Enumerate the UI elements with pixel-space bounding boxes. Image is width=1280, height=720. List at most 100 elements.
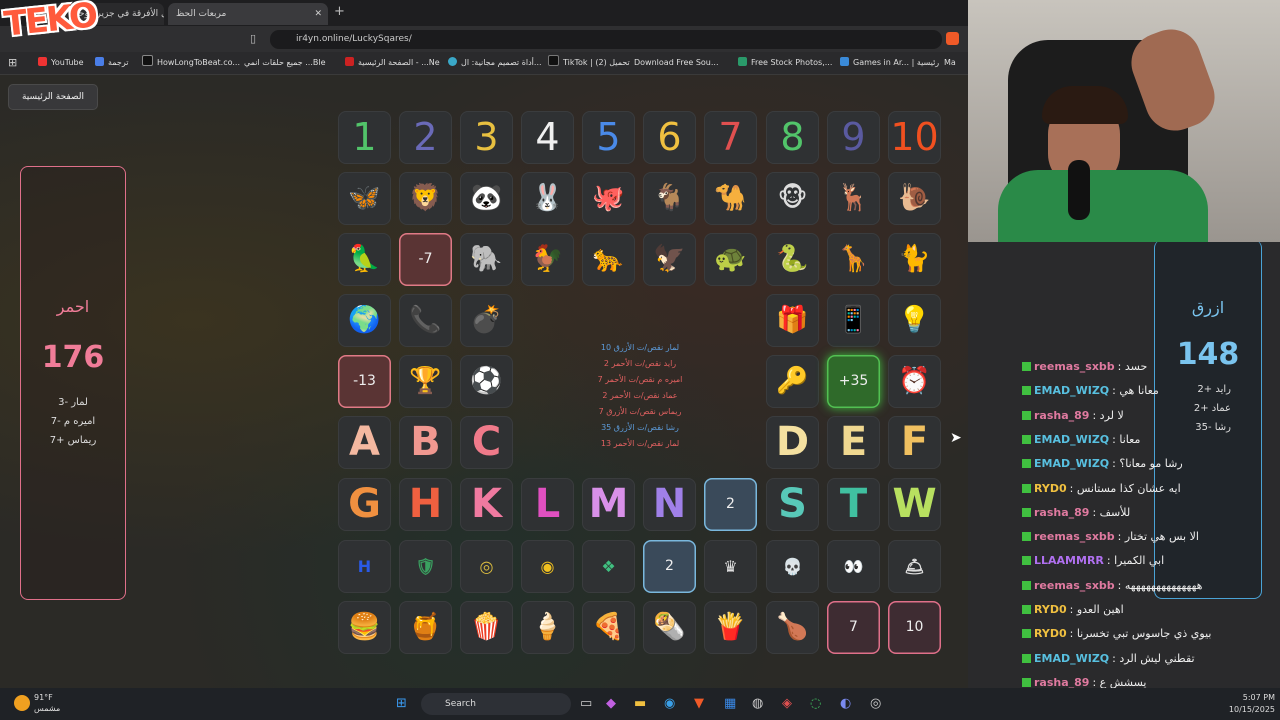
- whatsapp-icon[interactable]: ◌: [810, 696, 821, 711]
- game-tile[interactable]: 3: [460, 111, 513, 164]
- bookmark-item[interactable]: أداة تصميم مجانية: ال...: [448, 55, 542, 71]
- game-tile[interactable]: 🦁: [399, 172, 452, 225]
- task-view-icon[interactable]: ▭: [580, 696, 592, 711]
- game-tile[interactable]: -13: [338, 355, 391, 408]
- game-tile[interactable]: G: [338, 478, 391, 531]
- game-tile[interactable]: 🦜: [338, 233, 391, 286]
- game-tile[interactable]: 10: [888, 601, 941, 654]
- game-tile[interactable]: 6: [643, 111, 696, 164]
- game-tile[interactable]: 2: [643, 540, 696, 593]
- home-button[interactable]: الصفحة الرئيسية: [8, 84, 98, 110]
- game-tile[interactable]: 🛎: [888, 540, 941, 593]
- bookmark-item[interactable]: Games in Ar... | رئيسية: [840, 55, 939, 71]
- bookmark-icon[interactable]: ▯: [250, 32, 256, 45]
- browser-tab-active[interactable]: مربعات الحظ ✕: [168, 3, 328, 25]
- game-tile[interactable]: H: [399, 478, 452, 531]
- obs-icon[interactable]: ◍: [752, 696, 763, 711]
- game-tile[interactable]: 🐙: [582, 172, 635, 225]
- game-tile[interactable]: 🔑: [766, 355, 819, 408]
- windows-start-icon[interactable]: ⊞: [396, 696, 407, 711]
- game-tile[interactable]: 🦒: [827, 233, 880, 286]
- game-tile[interactable]: C: [460, 416, 513, 469]
- game-tile[interactable]: 🐌: [888, 172, 941, 225]
- game-tile[interactable]: D: [766, 416, 819, 469]
- new-tab-icon[interactable]: +: [334, 4, 345, 19]
- game-tile[interactable]: 🐓: [521, 233, 574, 286]
- game-tile[interactable]: 🍔: [338, 601, 391, 654]
- game-tile[interactable]: A: [338, 416, 391, 469]
- game-tile[interactable]: T: [827, 478, 880, 531]
- game-tile[interactable]: 🐆: [582, 233, 635, 286]
- game-tile[interactable]: +35: [827, 355, 880, 408]
- game-tile[interactable]: H: [338, 540, 391, 593]
- game-tile[interactable]: 2: [399, 111, 452, 164]
- app-icon[interactable]: ◎: [870, 696, 881, 711]
- game-tile[interactable]: 1: [338, 111, 391, 164]
- game-tile[interactable]: F: [888, 416, 941, 469]
- game-tile[interactable]: S: [766, 478, 819, 531]
- bookmark-item[interactable]: HowLongToBeat.co...: [142, 55, 240, 71]
- game-tile[interactable]: 🐰: [521, 172, 574, 225]
- bookmark-item[interactable]: جميع حلقات انمي ...Ble: [244, 55, 326, 71]
- game-tile[interactable]: 🐐: [643, 172, 696, 225]
- game-tile[interactable]: 🐵: [766, 172, 819, 225]
- game-tile[interactable]: 🏆: [399, 355, 452, 408]
- system-clock[interactable]: 5:07 PM 10/15/2025: [1180, 692, 1275, 716]
- edge-icon[interactable]: ◉: [664, 696, 675, 711]
- weather-widget[interactable]: 91°F مشمس: [34, 692, 60, 714]
- game-tile[interactable]: ◎: [460, 540, 513, 593]
- game-tile[interactable]: 💀: [766, 540, 819, 593]
- copilot-icon[interactable]: ◆: [606, 696, 616, 711]
- game-tile[interactable]: 🐍: [766, 233, 819, 286]
- game-tile[interactable]: 🍗: [766, 601, 819, 654]
- bookmark-item[interactable]: ترجمة: [95, 55, 129, 71]
- close-icon[interactable]: ✕: [314, 3, 322, 25]
- brave-shield-icon[interactable]: [946, 32, 959, 45]
- game-tile[interactable]: 2: [704, 478, 757, 531]
- game-tile[interactable]: 7: [704, 111, 757, 164]
- bookmark-item[interactable]: Free Stock Photos,...: [738, 55, 832, 71]
- taskbar-search[interactable]: Search: [421, 693, 571, 715]
- game-tile[interactable]: 8: [766, 111, 819, 164]
- file-explorer-icon[interactable]: ▬: [634, 696, 646, 711]
- game-tile[interactable]: 🌯: [643, 601, 696, 654]
- game-tile[interactable]: -7: [399, 233, 452, 286]
- game-tile[interactable]: 🎁: [766, 294, 819, 347]
- game-tile[interactable]: M: [582, 478, 635, 531]
- bookmark-item[interactable]: YouTube: [38, 55, 84, 71]
- game-tile[interactable]: 🌍: [338, 294, 391, 347]
- game-tile[interactable]: 🍿: [460, 601, 513, 654]
- game-tile[interactable]: 🍕: [582, 601, 635, 654]
- apps-icon[interactable]: ⊞: [8, 56, 17, 69]
- game-tile[interactable]: K: [460, 478, 513, 531]
- bookmark-item[interactable]: الصفحة الرئيسية - ...Ne: [345, 55, 440, 71]
- game-tile[interactable]: 💣: [460, 294, 513, 347]
- bookmark-item[interactable]: Ma: [944, 55, 956, 71]
- game-tile[interactable]: 🐢: [704, 233, 757, 286]
- game-tile[interactable]: 7: [827, 601, 880, 654]
- game-tile[interactable]: 🐼: [460, 172, 513, 225]
- game-tile[interactable]: 🦌: [827, 172, 880, 225]
- brave-icon[interactable]: ▼: [694, 696, 704, 711]
- game-tile[interactable]: 5: [582, 111, 635, 164]
- game-tile[interactable]: ◉: [521, 540, 574, 593]
- game-tile[interactable]: ♛: [704, 540, 757, 593]
- game-tile[interactable]: ⏰: [888, 355, 941, 408]
- game-tile[interactable]: 📱: [827, 294, 880, 347]
- game-tile[interactable]: 🦋: [338, 172, 391, 225]
- game-tile[interactable]: 🐈: [888, 233, 941, 286]
- app-icon[interactable]: ◈: [782, 696, 792, 711]
- game-tile[interactable]: 💡: [888, 294, 941, 347]
- game-tile[interactable]: 🐪: [704, 172, 757, 225]
- game-tile[interactable]: 🦅: [643, 233, 696, 286]
- address-bar[interactable]: ir4yn.online/LuckySqares/: [270, 30, 942, 49]
- bookmark-item[interactable]: Download Free Sou...: [634, 55, 719, 71]
- game-tile[interactable]: 10: [888, 111, 941, 164]
- bookmark-item[interactable]: TikTok | تحميل (2): [548, 55, 630, 71]
- game-tile[interactable]: 👀: [827, 540, 880, 593]
- game-tile[interactable]: 9: [827, 111, 880, 164]
- game-tile[interactable]: N: [643, 478, 696, 531]
- game-tile[interactable]: 4: [521, 111, 574, 164]
- game-tile[interactable]: ❖: [582, 540, 635, 593]
- game-tile[interactable]: ⚽: [460, 355, 513, 408]
